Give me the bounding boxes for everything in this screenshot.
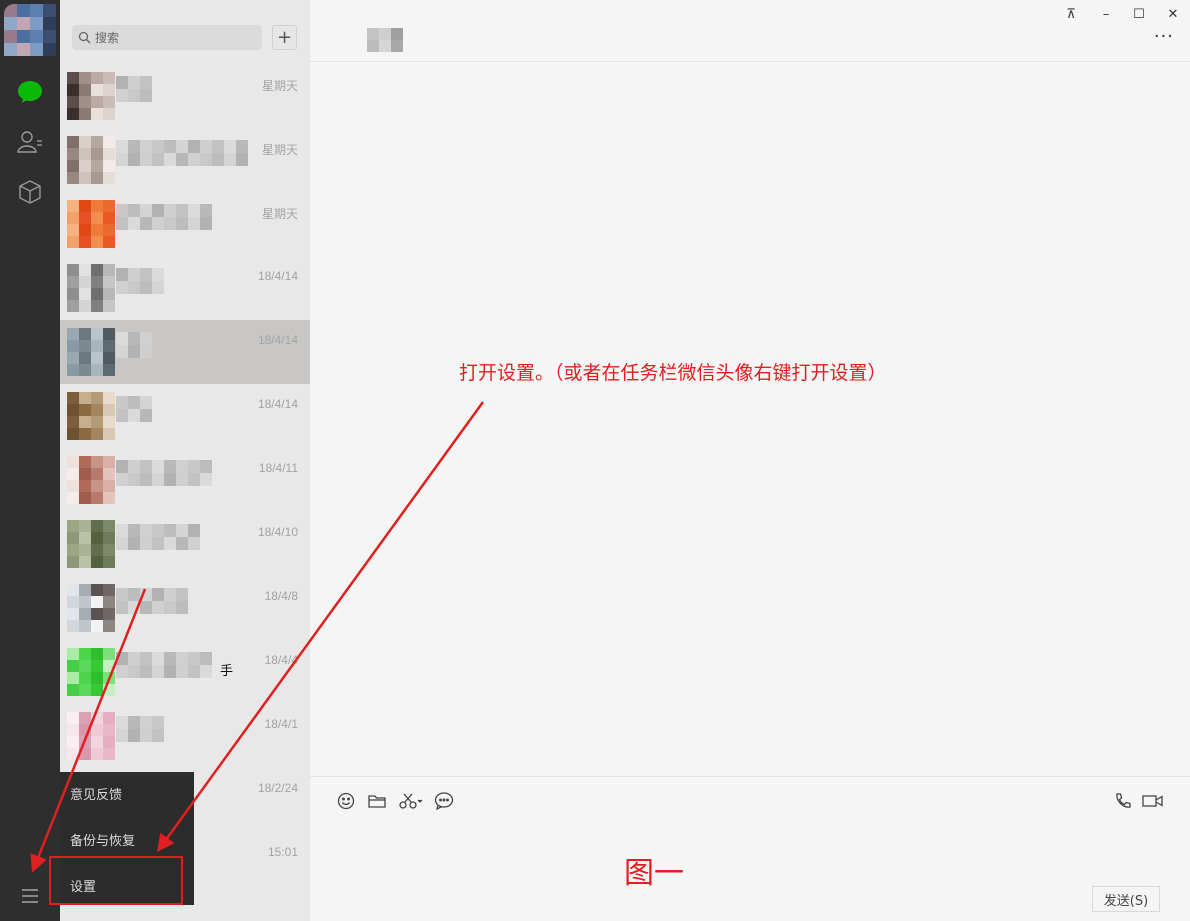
contacts-icon[interactable] xyxy=(14,126,46,158)
chat-list-item[interactable]: 18/4/14 xyxy=(60,320,310,384)
avatar xyxy=(67,648,115,696)
folder-icon[interactable] xyxy=(366,791,388,811)
chat-list-item[interactable]: 18/4/14 xyxy=(60,384,310,448)
avatar xyxy=(67,392,115,440)
chat-name xyxy=(116,524,200,550)
chat-time: 18/4/11 xyxy=(258,461,298,475)
avatar xyxy=(67,328,115,376)
scissors-icon[interactable] xyxy=(398,791,424,811)
message-input-area[interactable]: 发送(S) xyxy=(310,776,1190,921)
pin-button[interactable]: ⊼ xyxy=(1058,4,1084,24)
chat-list-item[interactable]: 星期天 xyxy=(60,192,310,256)
chat-name xyxy=(116,588,188,614)
send-button[interactable]: 发送(S) xyxy=(1092,886,1160,912)
chat-time: 星期天 xyxy=(261,207,298,221)
chat-time: 18/4/14 xyxy=(257,269,298,283)
chat-list-item[interactable]: 18/4/4 手 xyxy=(60,640,310,704)
chat-list-item[interactable]: 星期天 xyxy=(60,128,310,192)
annotation-text: 打开设置。（或者在任务栏微信头像右键打开设置） xyxy=(459,362,887,384)
chat-time: 18/4/1 xyxy=(264,717,298,731)
chat-time: 星期天 xyxy=(261,143,298,157)
user-avatar[interactable] xyxy=(4,4,56,56)
chat-list-item[interactable]: 星期天 xyxy=(60,64,310,128)
chat-time: 18/4/4 xyxy=(264,653,298,667)
chat-name xyxy=(116,460,212,486)
chat-time: 18/2/24 xyxy=(257,781,298,795)
emoji-icon[interactable] xyxy=(335,791,357,811)
more-button[interactable]: ··· xyxy=(1154,28,1174,46)
settings-popup-menu: 意见反馈 备份与恢复 设置 xyxy=(60,772,194,905)
chat-list-item[interactable]: 18/4/11 xyxy=(60,448,310,512)
add-button[interactable]: + xyxy=(272,25,297,50)
chat-name xyxy=(116,204,212,230)
video-icon[interactable] xyxy=(1141,791,1165,811)
chat-name xyxy=(116,140,248,166)
menu-item-feedback[interactable]: 意见反馈 xyxy=(70,784,122,803)
phone-icon[interactable] xyxy=(1112,791,1134,811)
chat-header: ⊼ – ☐ ✕ ··· xyxy=(310,0,1190,62)
chat-name xyxy=(116,652,212,678)
chat-main-panel: ⊼ – ☐ ✕ ··· 发送(S) xyxy=(310,0,1190,921)
chat-time: 18/4/14 xyxy=(257,397,298,411)
maximize-button[interactable]: ☐ xyxy=(1126,4,1152,24)
chat-time: 18/4/10 xyxy=(257,525,298,539)
minimize-button[interactable]: – xyxy=(1093,4,1119,24)
chat-icon[interactable] xyxy=(14,76,46,108)
figure-label: 图一 xyxy=(624,856,684,891)
chat-list-item[interactable]: 18/4/10 xyxy=(60,512,310,576)
menu-icon[interactable] xyxy=(14,880,46,912)
close-button[interactable]: ✕ xyxy=(1160,4,1186,24)
chat-history-icon[interactable] xyxy=(433,791,455,811)
chat-list-item[interactable]: 18/4/8 xyxy=(60,576,310,640)
chat-time: 18/4/8 xyxy=(264,589,298,603)
chat-name xyxy=(116,716,164,742)
avatar xyxy=(67,72,115,120)
avatar xyxy=(67,264,115,312)
avatar xyxy=(67,200,115,248)
chat-list-item[interactable]: 18/4/1 xyxy=(60,704,310,768)
chat-name xyxy=(116,76,152,102)
avatar xyxy=(67,584,115,632)
chat-name xyxy=(116,268,164,294)
sidebar-nav xyxy=(0,0,60,921)
search-box[interactable] xyxy=(72,25,262,50)
menu-item-settings[interactable]: 设置 xyxy=(70,876,96,895)
chat-time: 星期天 xyxy=(261,79,298,93)
search-icon xyxy=(78,31,91,44)
avatar xyxy=(67,136,115,184)
chat-title xyxy=(367,28,403,52)
avatar xyxy=(67,520,115,568)
chat-name-text: 手 xyxy=(220,664,234,679)
chat-name xyxy=(116,332,152,358)
chat-time: 15:01 xyxy=(267,845,298,859)
chat-time: 18/4/14 xyxy=(257,333,298,347)
avatar xyxy=(67,456,115,504)
avatar xyxy=(67,712,115,760)
chat-list-item[interactable]: 18/4/14 xyxy=(60,256,310,320)
favorites-icon[interactable] xyxy=(14,176,46,208)
search-input[interactable] xyxy=(95,25,255,50)
chat-name xyxy=(116,396,152,422)
menu-item-backup[interactable]: 备份与恢复 xyxy=(70,830,135,849)
